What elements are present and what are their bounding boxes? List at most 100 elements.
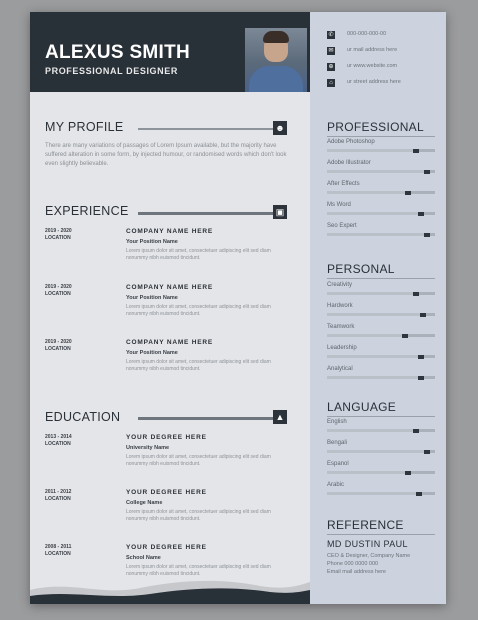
- contact-phone-text: 000-000-000-00: [347, 31, 387, 37]
- experience-company: COMPANY NAME HERE: [126, 339, 214, 346]
- resume-sheet: ALEXUS SMITH PROFESSIONAL DESIGNER MY PR…: [30, 12, 446, 604]
- reference-phone: Phone 000 0000 000: [327, 561, 379, 567]
- education-school: School Name: [126, 555, 161, 561]
- reference-name: MD DUSTIN PAUL: [327, 539, 408, 549]
- skill-label: Ms Word: [327, 202, 351, 208]
- skill-label: Teamwork: [327, 324, 355, 330]
- skill-level-marker: [423, 449, 430, 454]
- skill-bar-fill: [327, 471, 412, 474]
- experience-description: Lorem ipsum dolor sit amet, consectetuer…: [126, 248, 271, 261]
- skill-bar: [327, 232, 435, 237]
- profile-text: There are many variations of passages of…: [45, 143, 287, 167]
- education-heading: EDUCATION: [45, 410, 121, 424]
- skill-level-marker: [423, 169, 430, 174]
- professional-divider: [327, 136, 435, 137]
- skill-level-marker: [405, 190, 412, 195]
- skill-label: Seo Expert: [327, 223, 357, 229]
- experience-heading: EXPERIENCE: [45, 204, 129, 218]
- skill-label: Arabic: [327, 482, 345, 488]
- skill-bar: [327, 354, 435, 359]
- skill-label: Espanol: [327, 461, 349, 467]
- skill-level-marker: [412, 428, 419, 433]
- skill-bar: [327, 169, 435, 174]
- skill-bar-fill: [327, 334, 408, 337]
- footer-wave: [30, 580, 310, 604]
- professional-heading: PROFESSIONAL: [327, 120, 424, 134]
- contact-email-text: ur mail address here: [347, 47, 398, 53]
- skill-label: Adobe Photoshop: [327, 139, 375, 145]
- skill-bar: [327, 291, 435, 296]
- skill-bar: [327, 312, 435, 317]
- experience-divider: [138, 212, 273, 215]
- education-description: Lorem ipsum dolor sit amet, consectetuer…: [126, 509, 271, 522]
- education-description: Lorem ipsum dolor sit amet, consectetuer…: [126, 454, 271, 467]
- language-heading: LANGUAGE: [327, 400, 397, 414]
- skill-bar: [327, 211, 435, 216]
- reference-email: Email mail address here: [327, 569, 386, 575]
- resume-role: PROFESSIONAL DESIGNER: [45, 66, 178, 76]
- skill-bar-fill: [327, 450, 430, 453]
- language-divider: [327, 416, 435, 417]
- experience-date: 2019 - 2020: [45, 339, 72, 345]
- skill-bar-fill: [327, 313, 427, 316]
- contact-website-text: ur www.website.com: [347, 63, 398, 69]
- skill-bar: [327, 333, 435, 338]
- contact-address-text: ur street address here: [347, 79, 401, 85]
- experience-location: LOCATION: [45, 235, 71, 241]
- skill-label: Bengali: [327, 440, 348, 446]
- skill-bar-fill: [327, 212, 425, 215]
- profile-photo: [245, 28, 307, 92]
- experience-location: LOCATION: [45, 346, 71, 352]
- personal-heading: PERSONAL: [327, 262, 395, 276]
- resume-header: ALEXUS SMITH PROFESSIONAL DESIGNER: [30, 12, 310, 92]
- personal-divider: [327, 278, 435, 279]
- mail-icon: ✉: [327, 47, 335, 55]
- reference-divider: [327, 534, 435, 535]
- reference-position: CEO & Designer, Company Name: [327, 553, 411, 559]
- education-degree: YOUR DEGREE HERE: [126, 544, 207, 551]
- user-icon: ☻: [273, 121, 287, 135]
- resume-name: ALEXUS SMITH: [45, 42, 191, 63]
- skill-bar: [327, 491, 435, 496]
- experience-description: Lorem ipsum dolor sit amet, consectetuer…: [126, 359, 271, 372]
- skill-bar-fill: [327, 233, 430, 236]
- profile-divider: [138, 128, 273, 130]
- experience-position: Your Position Name: [126, 295, 178, 301]
- skill-bar: [327, 470, 435, 475]
- education-location: LOCATION: [45, 441, 71, 447]
- skill-level-marker: [418, 211, 425, 216]
- skill-label: Analytical: [327, 366, 353, 372]
- skill-bar-fill: [327, 149, 419, 152]
- skill-bar-fill: [327, 355, 425, 358]
- briefcase-icon: ▣: [273, 205, 287, 219]
- experience-company: COMPANY NAME HERE: [126, 284, 214, 291]
- skill-level-marker: [402, 333, 408, 338]
- skill-bar-fill: [327, 429, 419, 432]
- skill-label: English: [327, 419, 347, 425]
- experience-company: COMPANY NAME HERE: [126, 228, 214, 235]
- graduation-cap-icon: ▲: [273, 410, 287, 424]
- skill-level-marker: [418, 375, 425, 380]
- education-degree: YOUR DEGREE HERE: [126, 434, 207, 441]
- skill-bar-fill: [327, 376, 425, 379]
- skill-label: After Effects: [327, 181, 360, 187]
- education-school: College Name: [126, 500, 163, 506]
- reference-heading: REFERENCE: [327, 518, 404, 532]
- skill-bar: [327, 428, 435, 433]
- experience-date: 2019 - 2020: [45, 228, 72, 234]
- right-sidebar: ✆ 000-000-000-00 ✉ ur mail address here …: [310, 12, 446, 604]
- skill-level-marker: [412, 291, 419, 296]
- skill-level-marker: [423, 232, 430, 237]
- education-location: LOCATION: [45, 496, 71, 502]
- skill-level-marker: [405, 470, 412, 475]
- skill-label: Hardwork: [327, 303, 353, 309]
- experience-position: Your Position Name: [126, 239, 178, 245]
- experience-date: 2019 - 2020: [45, 284, 72, 290]
- skill-bar-fill: [327, 492, 423, 495]
- skill-bar-fill: [327, 170, 430, 173]
- skill-level-marker: [412, 148, 419, 153]
- skill-label: Adobe Illustrator: [327, 160, 371, 166]
- skill-label: Leadership: [327, 345, 357, 351]
- experience-location: LOCATION: [45, 291, 71, 297]
- skill-bar: [327, 148, 435, 153]
